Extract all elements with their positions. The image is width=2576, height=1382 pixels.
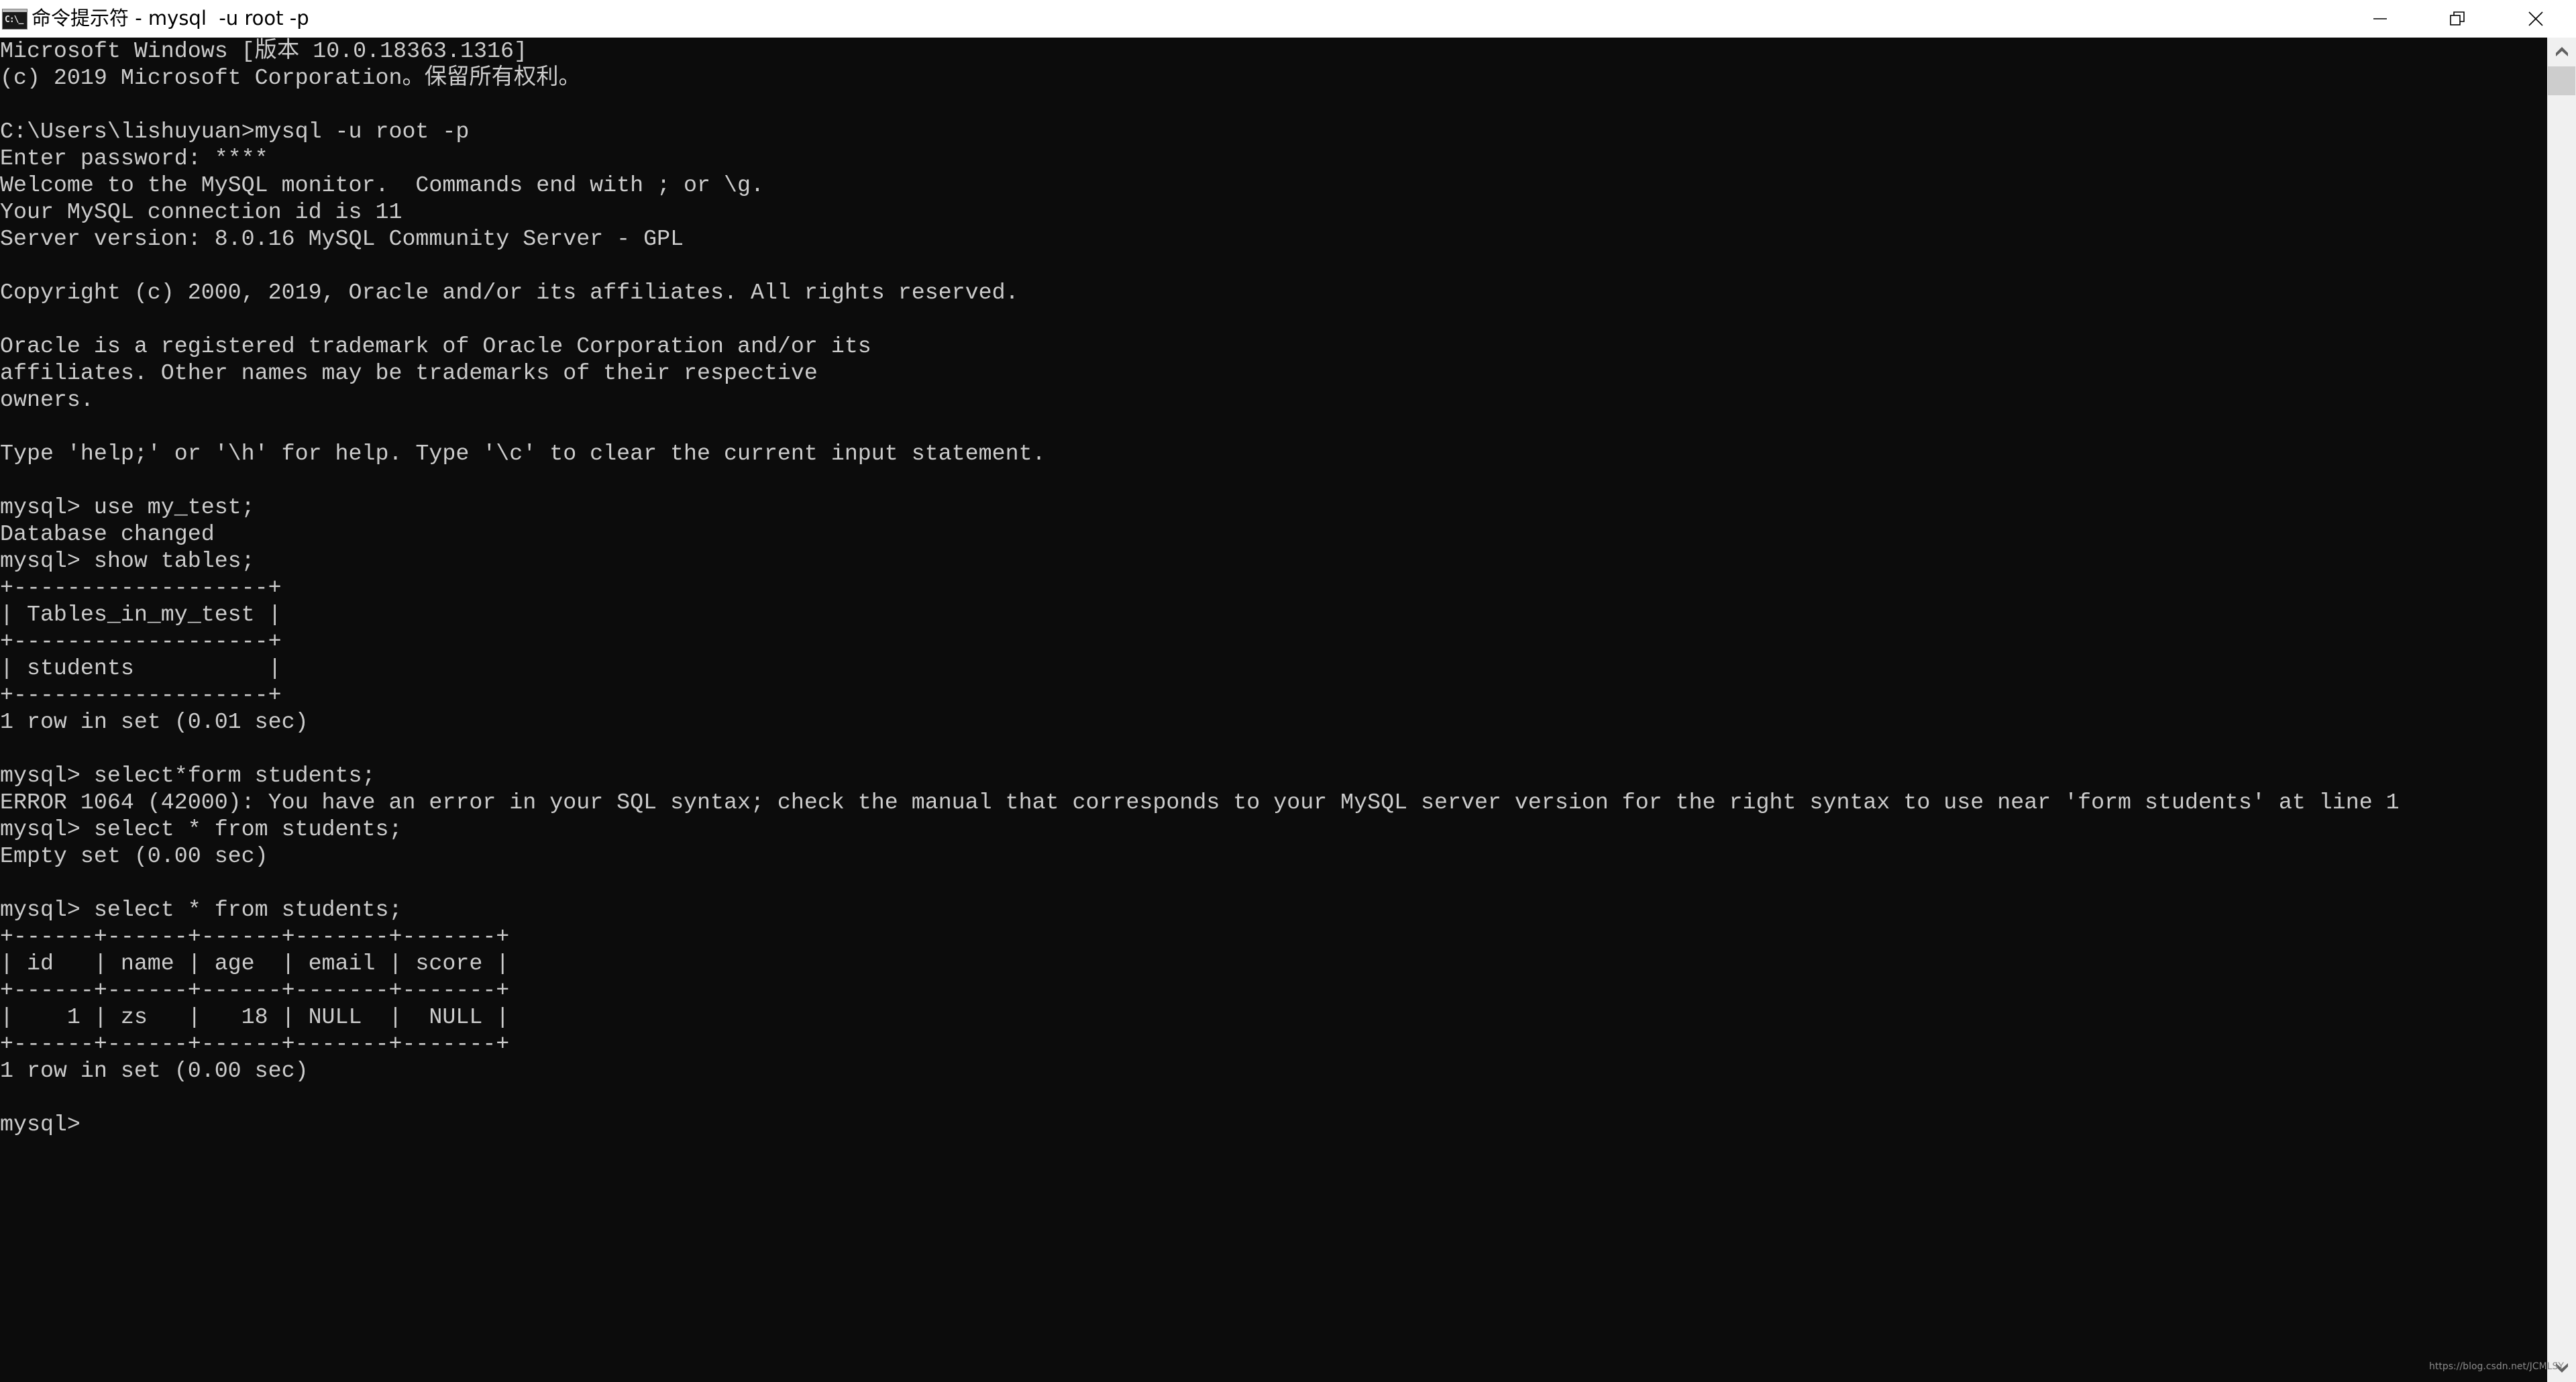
console-line: C:\Users\lishuyuan>mysql -u root -p — [0, 119, 470, 144]
console-line: mysql> — [0, 1112, 80, 1137]
title-bar[interactable]: C:\_ 命令提示符 - mysql -u root -p — [0, 0, 2576, 38]
close-icon — [2528, 11, 2543, 26]
close-button[interactable] — [2497, 0, 2574, 38]
restore-icon — [2449, 11, 2465, 25]
console-line: Type 'help;' or '\h' for help. Type '\c'… — [0, 441, 1046, 466]
console-line: +------+------+------+-------+-------+ — [0, 1031, 510, 1057]
console-line: | Tables_in_my_test | — [0, 602, 282, 627]
console-line: 1 row in set (0.01 sec) — [0, 709, 309, 735]
cmd-icon-bar — [3, 9, 27, 12]
restore-button[interactable] — [2418, 0, 2496, 38]
scroll-thumb[interactable] — [2548, 66, 2575, 95]
console-line: Microsoft Windows [版本 10.0.18363.1316] — [0, 38, 527, 64]
console-line: Welcome to the MySQL monitor. Commands e… — [0, 172, 764, 198]
console-line: Copyright (c) 2000, 2019, Oracle and/or … — [0, 280, 1019, 305]
console-line: Enter password: **** — [0, 146, 268, 171]
console-line: 1 row in set (0.00 sec) — [0, 1058, 309, 1083]
minimize-button[interactable] — [2341, 0, 2418, 38]
console-line: +-------------------+ — [0, 575, 282, 600]
console-line: mysql> show tables; — [0, 548, 255, 574]
console-line: affiliates. Other names may be trademark… — [0, 360, 818, 386]
vertical-scrollbar[interactable] — [2547, 38, 2576, 1382]
console-line: | id | name | age | email | score | — [0, 951, 510, 976]
console-line: +-------------------+ — [0, 682, 282, 708]
window-title: 命令提示符 - mysql -u root -p — [32, 7, 309, 30]
command-prompt-window: C:\_ 命令提示符 - mysql -u root -p Microsoft … — [0, 0, 2576, 1382]
console-line: Database changed — [0, 521, 215, 547]
console-line: Oracle is a registered trademark of Orac… — [0, 333, 871, 359]
console-line: Your MySQL connection id is 11 — [0, 199, 402, 225]
scroll-up-button[interactable] — [2547, 38, 2576, 66]
console-line: +-------------------+ — [0, 629, 282, 654]
cmd-icon-glyph: C:\_ — [5, 15, 23, 25]
console-line: Server version: 8.0.16 MySQL Community S… — [0, 226, 684, 252]
console-line: +------+------+------+-------+-------+ — [0, 924, 510, 949]
console-line: mysql> use my_test; — [0, 494, 255, 520]
scroll-up-arrow-icon — [2555, 47, 2568, 56]
console-line: ERROR 1064 (42000): You have an error in… — [0, 790, 2400, 815]
console-line: | students | — [0, 655, 282, 681]
minimize-icon — [2373, 18, 2387, 19]
console-line: | 1 | zs | 18 | NULL | NULL | — [0, 1004, 510, 1030]
console-line: Empty set (0.00 sec) — [0, 843, 268, 869]
console-line: owners. — [0, 387, 94, 413]
watermark-url: https://blog.csdn.net/JCMLSY — [2429, 1361, 2564, 1372]
console-line: +------+------+------+-------+-------+ — [0, 977, 510, 1003]
console-line: mysql> select*form students; — [0, 763, 376, 788]
cmd-icon[interactable]: C:\_ — [2, 9, 28, 30]
console-line: mysql> select * from students; — [0, 897, 402, 922]
console-line: (c) 2019 Microsoft Corporation。保留所有权利。 — [0, 65, 581, 91]
console-output[interactable]: Microsoft Windows [版本 10.0.18363.1316] (c… — [0, 38, 2547, 1382]
console-line: mysql> select * from students; — [0, 816, 402, 842]
